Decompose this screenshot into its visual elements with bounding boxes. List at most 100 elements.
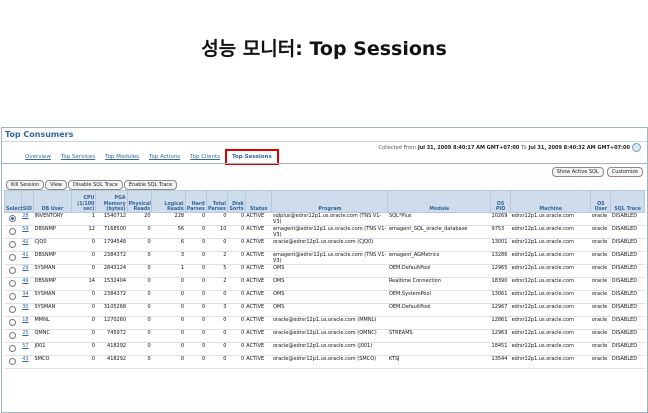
column-header-status: Status — [244, 190, 273, 213]
hard-cell: 0 — [185, 277, 207, 291]
row-select-radio[interactable] — [9, 241, 17, 248]
pga-cell: 7168500 — [95, 225, 128, 239]
pid-cell: 13544 — [490, 355, 511, 369]
phys-cell: 0 — [127, 355, 152, 369]
collected-to: Jul 31, 2009 8:40:32 AM GMT+07:00 — [528, 144, 630, 151]
select-cell — [4, 303, 22, 317]
program-cell: oracle@edrsr12p1.us.oracle.com (J001) — [271, 342, 388, 356]
table-row[interactable]: 59 DBSNMP 12 7168500 0 56 0 10 0 ACTIVE emagent@ed… — [4, 225, 645, 239]
cpu-cell: 0 — [71, 329, 96, 343]
row-select-radio[interactable] — [9, 293, 17, 300]
row-select-radio[interactable] — [9, 228, 17, 235]
logical-cell: 0 — [151, 303, 186, 317]
tab-top-modules[interactable]: Top Modules — [100, 153, 144, 162]
phys-cell: 20 — [127, 212, 152, 226]
row-select-radio[interactable] — [9, 267, 17, 274]
sid-link[interactable]: 59 — [22, 226, 28, 232]
table-row[interactable]: 42 CJQ0 0 1794548 0 6 0 0 0 ACTIVE oracle@edrsr12p… — [4, 238, 645, 252]
db-user-cell: SMCO — [33, 355, 72, 369]
cpu-cell: 0 — [71, 290, 96, 304]
kill-session-button[interactable]: Kill Session — [6, 180, 45, 190]
db-user-cell: DBSNMP — [33, 251, 72, 265]
sid-link[interactable]: 57 — [22, 343, 28, 349]
sid-link[interactable]: 43 — [22, 356, 28, 362]
left-button-group: Kill Session View Disable SQL Trace Enable … — [6, 180, 178, 190]
column-header-module: Module — [387, 190, 492, 213]
tab-overview[interactable]: Overview — [20, 153, 56, 162]
program-cell: oracle@edrsr12p1.us.oracle.com (CJQ0) — [271, 238, 388, 252]
table-row[interactable]: 25 QMNC 0 745972 0 0 0 0 0 ACTIVE oracle@edrsr12p1… — [4, 329, 645, 343]
column-header-logical-reads[interactable]: Logical Reads — [151, 190, 186, 213]
select-cell — [4, 277, 22, 291]
table-row[interactable]: 29 SYSMAN 0 2843124 0 1 0 5 0 ACTIVE OMS OEM.Defaul… — [4, 264, 645, 278]
osuser-cell: oracle — [590, 355, 611, 369]
show-active-sql-button[interactable]: Show Active SQL — [551, 167, 604, 177]
view-button[interactable]: View — [45, 180, 67, 190]
pid-cell: 13001 — [490, 238, 511, 252]
hard-cell: 0 — [185, 329, 207, 343]
row-select-radio[interactable] — [9, 345, 17, 352]
row-select-radio[interactable] — [9, 319, 17, 326]
phys-cell: 0 — [127, 290, 152, 304]
sid-link[interactable]: 29 — [22, 265, 28, 271]
machine-cell: edrsr12p1.us.oracle.com — [510, 238, 591, 252]
total-cell: 0 — [206, 355, 228, 369]
sid-link[interactable]: 28 — [22, 213, 28, 219]
disk-cell: 0 — [227, 238, 246, 252]
row-select-radio[interactable] — [9, 332, 17, 339]
trace-cell: DISABLED — [610, 355, 645, 369]
hard-cell: 0 — [185, 212, 207, 226]
tab-top-actions[interactable]: Top Actions — [144, 153, 185, 162]
module-cell: OEM.DefaultPool — [387, 303, 491, 317]
hard-cell: 0 — [185, 264, 207, 278]
sid-link[interactable]: 30 — [22, 304, 28, 310]
enable-sql-trace-button[interactable]: Enable SQL Trace — [123, 180, 178, 190]
trace-cell: DISABLED — [610, 290, 645, 304]
db-user-cell: SYSMAN — [33, 303, 72, 317]
table-row[interactable]: 41 DBSNMP 0 2384372 0 3 0 2 0 ACTIVE emagent@edrsr… — [4, 251, 645, 265]
table-row[interactable]: 18 MMNL 0 1270260 0 0 0 0 0 ACTIVE oracle@edrsr12p… — [4, 316, 645, 330]
osuser-cell: oracle — [590, 238, 611, 252]
status-cell: ACTIVE — [245, 212, 272, 226]
column-header-sid: SID — [20, 190, 34, 213]
pga-cell: 418292 — [95, 342, 128, 356]
row-select-radio[interactable] — [9, 280, 17, 287]
osuser-cell: oracle — [590, 303, 611, 317]
table-row[interactable]: 43 SMCO 0 418292 0 0 0 0 0 ACTIVE oracle@edrsr12p1… — [4, 355, 645, 369]
row-select-radio[interactable] — [9, 215, 17, 222]
row-select-radio[interactable] — [9, 254, 17, 261]
table-row[interactable]: 34 SYSMAN 0 2384372 0 0 0 0 0 ACTIVE OMS OEM.System… — [4, 290, 645, 304]
disable-sql-trace-button[interactable]: Disable SQL Trace — [68, 180, 123, 190]
disk-cell: 0 — [227, 251, 246, 265]
disk-cell: 0 — [227, 342, 246, 356]
total-cell: 0 — [206, 316, 228, 330]
total-cell: 0 — [206, 342, 228, 356]
module-cell: OEM.SystemPool — [387, 290, 491, 304]
total-cell: 0 — [206, 212, 228, 226]
table-row[interactable]: 57 J001 0 418292 0 0 0 0 0 ACTIVE oracle@edrsr12p1… — [4, 342, 645, 356]
tab-top-services[interactable]: Top Services — [56, 153, 100, 162]
disk-cell: 0 — [227, 329, 246, 343]
row-select-radio[interactable] — [9, 358, 17, 365]
machine-cell: edrsr12p1.us.oracle.com — [510, 303, 591, 317]
sid-cell: 57 — [21, 342, 34, 356]
logical-cell: 0 — [151, 290, 186, 304]
sid-link[interactable]: 42 — [22, 239, 28, 245]
total-cell: 5 — [206, 264, 228, 278]
table-row[interactable]: 49 DBSNMP 14 1532404 0 0 0 2 0 ACTIVE OMS Realtime … — [4, 277, 645, 291]
tab-top-clients[interactable]: Top Clients — [185, 153, 225, 162]
osuser-cell: oracle — [590, 277, 611, 291]
refresh-icon[interactable] — [632, 143, 641, 152]
table-row[interactable]: 28 INVENTORY 1 1540712 20 228 0 0 0 ACTIVE sqlplus… — [4, 212, 645, 226]
pid-cell: 9753 — [490, 225, 511, 239]
cpu-cell: 1 — [71, 212, 96, 226]
customize-button[interactable]: Customize — [606, 167, 643, 177]
logical-cell: 0 — [151, 277, 186, 291]
sid-link[interactable]: 25 — [22, 330, 28, 336]
sid-link[interactable]: 49 — [22, 278, 28, 284]
sid-link[interactable]: 34 — [22, 291, 28, 297]
row-select-radio[interactable] — [9, 306, 17, 313]
table-row[interactable]: 30 SYSMAN 0 3105268 0 0 0 3 0 ACTIVE OMS OEM.Defaul… — [4, 303, 645, 317]
sid-link[interactable]: 41 — [22, 252, 28, 258]
sid-link[interactable]: 18 — [22, 317, 28, 323]
